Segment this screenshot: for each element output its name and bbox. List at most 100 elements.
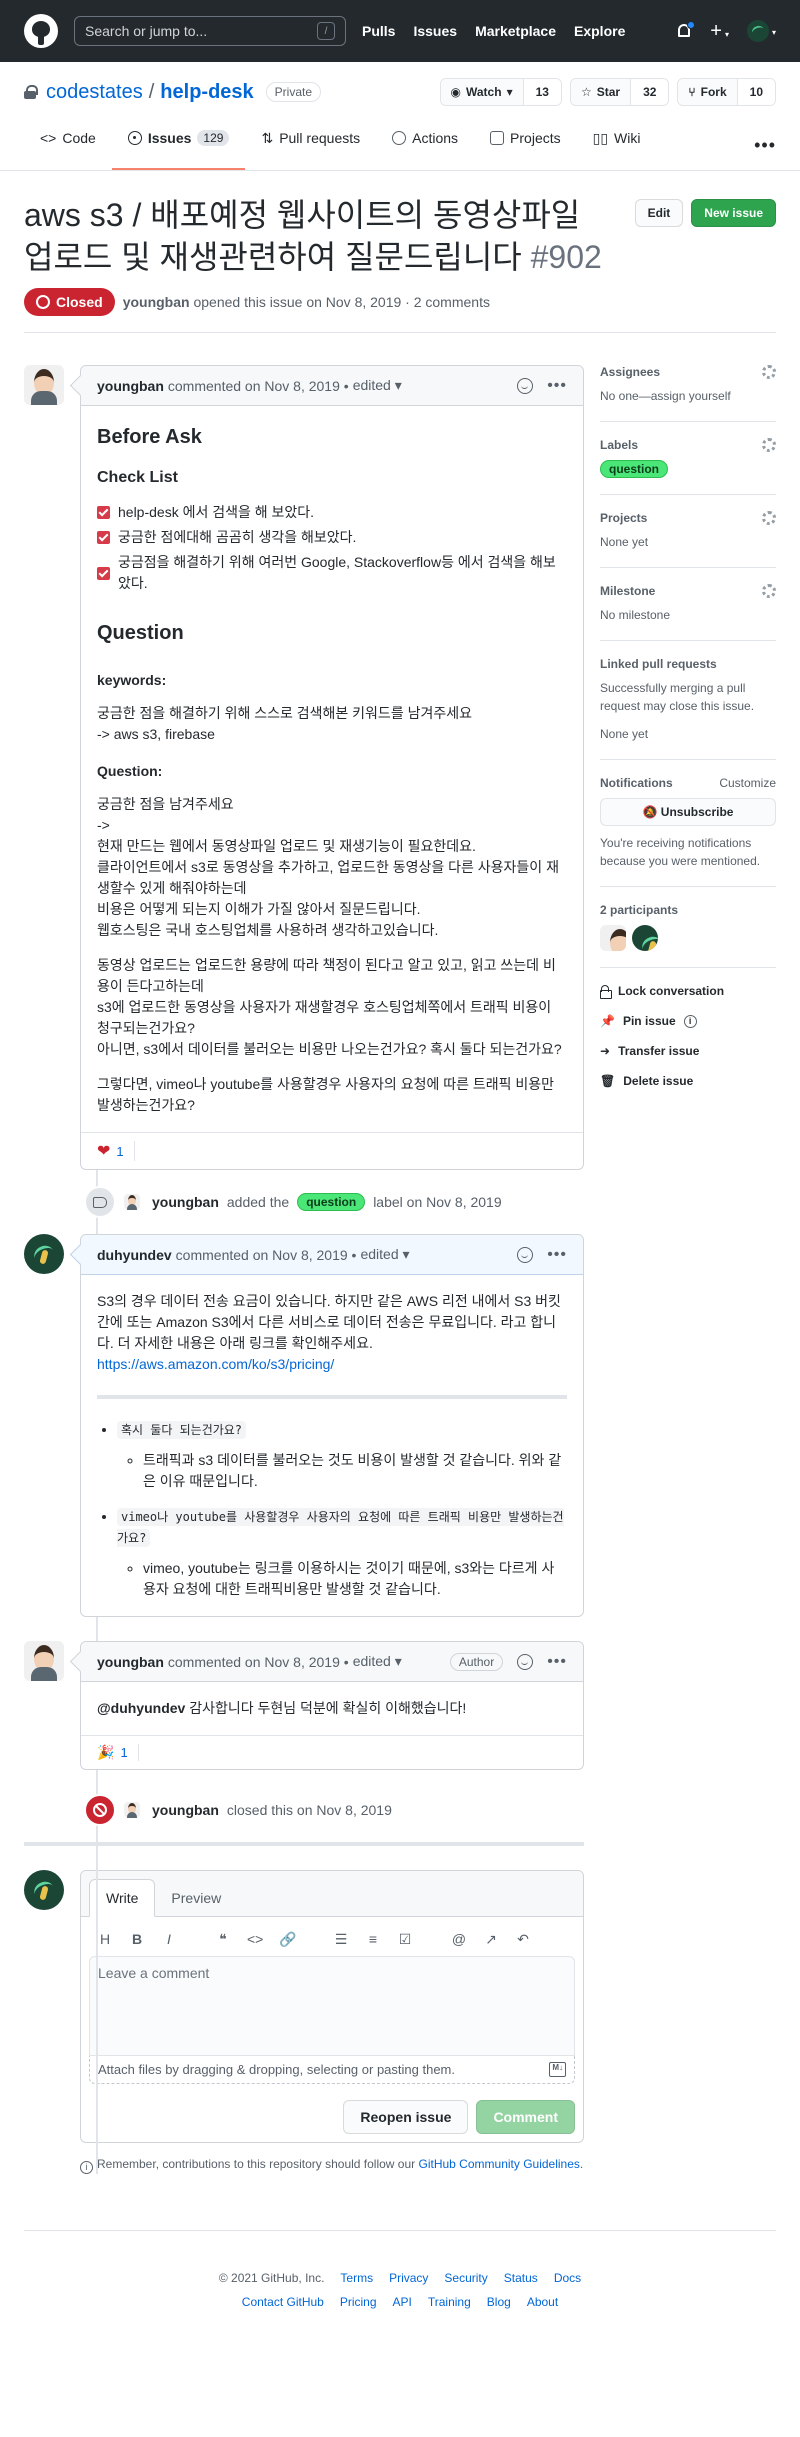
tab-pull-requests[interactable]: ⇅ Pull requests <box>245 122 376 170</box>
reopen-issue-button[interactable]: Reopen issue <box>343 2100 469 2135</box>
assignees-value[interactable]: No one—assign yourself <box>600 387 776 405</box>
add-reaction-icon[interactable] <box>517 1246 534 1263</box>
checkbox[interactable] <box>97 566 110 580</box>
reaction-heart[interactable]: ❤ 1 <box>97 1141 135 1162</box>
nav-pulls[interactable]: Pulls <box>362 23 395 39</box>
info-icon[interactable]: i <box>683 1014 697 1028</box>
label-question[interactable]: question <box>600 460 668 479</box>
pricing-link[interactable]: https://aws.amazon.com/ko/s3/pricing/ <box>97 1356 334 1372</box>
search-input[interactable]: Search or jump to... / <box>74 16 346 46</box>
nav-marketplace[interactable]: Marketplace <box>475 23 556 39</box>
avatar[interactable] <box>632 925 658 952</box>
label-question[interactable]: question <box>297 1193 366 1212</box>
comment-timestamp[interactable]: commented on Nov 8, 2019 • <box>168 378 349 394</box>
footer-link-about[interactable]: About <box>527 2295 558 2309</box>
tab-preview[interactable]: Preview <box>155 1880 237 1916</box>
pin-issue-button[interactable]: 📌 Pin issue i <box>600 1014 776 1028</box>
fork-count[interactable]: 10 <box>737 79 775 105</box>
attach-files-bar[interactable]: Attach files by dragging & dropping, sel… <box>89 2056 575 2085</box>
tab-actions[interactable]: Actions <box>376 122 474 170</box>
watch-count[interactable]: 13 <box>523 79 561 105</box>
user-menu-button[interactable]: ▾ <box>746 20 776 42</box>
footer-link-security[interactable]: Security <box>444 2271 487 2285</box>
footer-link-api[interactable]: API <box>393 2295 412 2309</box>
add-reaction-icon[interactable] <box>517 377 534 394</box>
heading-icon[interactable]: H <box>97 1931 113 1948</box>
numbered-list-icon[interactable]: ≡ <box>365 1931 381 1948</box>
avatar[interactable] <box>24 365 64 406</box>
link-icon[interactable]: 🔗 <box>279 1931 296 1948</box>
avatar[interactable] <box>24 1641 64 1682</box>
edited-dropdown[interactable]: edited ▾ <box>353 1653 402 1670</box>
watch-button[interactable]: ◉ Watch ▾ <box>440 79 524 105</box>
repo-owner-link[interactable]: codestates <box>46 81 143 103</box>
tab-issues[interactable]: Issues 129 <box>111 122 246 170</box>
markdown-icon[interactable]: M↓ <box>549 2062 566 2078</box>
notifications-bell-icon[interactable] <box>676 21 696 39</box>
mention-icon[interactable]: @ <box>451 1931 467 1948</box>
footer-link-blog[interactable]: Blog <box>487 2295 511 2309</box>
community-guidelines-link[interactable]: GitHub Community Guidelines <box>419 2157 580 2171</box>
more-actions-icon[interactable]: ••• <box>547 377 567 394</box>
avatar[interactable] <box>600 925 626 952</box>
edited-dropdown[interactable]: edited ▾ <box>360 1246 409 1263</box>
task-list-icon[interactable]: ☑ <box>397 1931 413 1948</box>
comment-timestamp[interactable]: commented on Nov 8, 2019 • <box>168 1654 349 1670</box>
more-actions-icon[interactable]: ••• <box>547 1246 567 1263</box>
fork-button[interactable]: ⑂ Fork <box>678 79 738 105</box>
comment-author[interactable]: youngban <box>97 1654 164 1670</box>
bulleted-list-icon[interactable]: ☰ <box>333 1931 349 1948</box>
gear-icon[interactable] <box>762 584 776 599</box>
event-actor[interactable]: youngban <box>152 1802 219 1818</box>
tab-wiki[interactable]: ▯▯ Wiki <box>577 122 657 170</box>
star-button[interactable]: ☆ Star <box>570 79 632 105</box>
issue-author-link[interactable]: youngban <box>123 294 190 310</box>
code-icon[interactable]: <> <box>247 1931 263 1948</box>
avatar[interactable] <box>124 1194 140 1211</box>
footer-link-status[interactable]: Status <box>504 2271 538 2285</box>
github-logo-icon[interactable] <box>24 14 58 48</box>
avatar[interactable] <box>24 1870 64 1911</box>
more-actions-icon[interactable]: ••• <box>547 1653 567 1670</box>
add-reaction-icon[interactable] <box>517 1653 534 1670</box>
star-count[interactable]: 32 <box>631 79 669 105</box>
footer-link-privacy[interactable]: Privacy <box>389 2271 428 2285</box>
cross-reference-icon[interactable]: ↗ <box>483 1931 499 1948</box>
transfer-issue-button[interactable]: ➜ Transfer issue <box>600 1044 776 1058</box>
avatar[interactable] <box>24 1234 64 1275</box>
checkbox[interactable] <box>97 506 110 520</box>
new-issue-button[interactable]: New issue <box>691 199 776 227</box>
footer-link-docs[interactable]: Docs <box>554 2271 581 2285</box>
avatar[interactable] <box>124 1802 140 1819</box>
event-actor[interactable]: youngban <box>152 1194 219 1210</box>
nav-issues[interactable]: Issues <box>413 23 457 39</box>
tab-projects[interactable]: Projects <box>474 122 577 170</box>
comment-button[interactable]: Comment <box>476 2100 575 2135</box>
gear-icon[interactable] <box>762 438 776 453</box>
customize-link[interactable]: Customize <box>719 776 776 790</box>
reaction-tada[interactable]: 🎉 1 <box>97 1744 139 1762</box>
comment-author[interactable]: youngban <box>97 378 164 394</box>
checkbox[interactable] <box>97 531 110 545</box>
unsubscribe-button[interactable]: 🔕 Unsubscribe <box>600 798 776 827</box>
edit-title-button[interactable]: Edit <box>634 199 684 227</box>
italic-icon[interactable]: I <box>161 1931 177 1948</box>
gear-icon[interactable] <box>762 365 776 380</box>
nav-explore[interactable]: Explore <box>574 23 625 39</box>
delete-issue-button[interactable]: 🗑 Delete issue <box>600 1074 776 1088</box>
footer-link-pricing[interactable]: Pricing <box>340 2295 377 2309</box>
tab-code[interactable]: <> Code <box>24 122 112 170</box>
gear-icon[interactable] <box>762 511 776 526</box>
footer-link-contact[interactable]: Contact GitHub <box>242 2295 324 2309</box>
repo-name-link[interactable]: help-desk <box>160 81 253 103</box>
reply-icon[interactable]: ↶ <box>515 1931 531 1948</box>
footer-link-training[interactable]: Training <box>428 2295 471 2309</box>
comment-timestamp[interactable]: commented on Nov 8, 2019 • <box>176 1247 357 1263</box>
create-new-button[interactable]: + ▾ <box>710 21 729 41</box>
quote-icon[interactable]: ❝ <box>215 1931 231 1948</box>
more-tabs-button[interactable]: ••• <box>754 135 776 170</box>
comment-author[interactable]: duhyundev <box>97 1247 172 1263</box>
edited-dropdown[interactable]: edited ▾ <box>353 377 402 394</box>
user-mention[interactable]: @duhyundev <box>97 1700 185 1716</box>
tab-write[interactable]: Write <box>89 1879 156 1918</box>
